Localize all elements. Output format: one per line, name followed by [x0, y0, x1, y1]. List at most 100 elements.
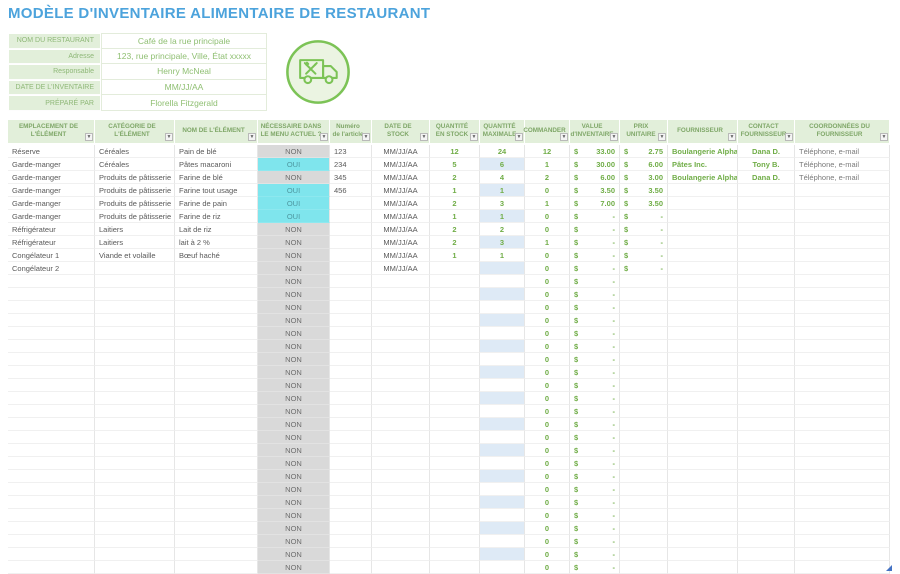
cell-numero[interactable] — [330, 379, 372, 392]
cell-emplacement[interactable]: Réfrigérateur — [8, 236, 95, 249]
cell-nom[interactable] — [175, 561, 258, 574]
cell-nom[interactable] — [175, 301, 258, 314]
cell-categorie[interactable] — [95, 392, 175, 405]
cell-numero[interactable] — [330, 223, 372, 236]
cell-coordonnees[interactable] — [795, 314, 890, 327]
cell-date[interactable]: MM/JJ/AA — [372, 184, 430, 197]
cell-emplacement[interactable] — [8, 366, 95, 379]
info-value-cell[interactable]: Florella Fitzgerald — [101, 95, 267, 111]
cell-valeur[interactable]: $ - — [570, 405, 620, 418]
cell-coordonnees[interactable] — [795, 236, 890, 249]
cell-numero[interactable] — [330, 522, 372, 535]
cell-prix[interactable] — [620, 496, 668, 509]
cell-nom[interactable]: Pâtes macaroni — [175, 158, 258, 171]
cell-numero[interactable] — [330, 249, 372, 262]
cell-stock[interactable]: 2 — [430, 171, 480, 184]
cell-fournisseur[interactable] — [668, 197, 738, 210]
cell-prix[interactable]: $ - — [620, 223, 668, 236]
cell-nom[interactable] — [175, 548, 258, 561]
cell-coordonnees[interactable] — [795, 184, 890, 197]
cell-max[interactable] — [480, 314, 525, 327]
cell-valeur[interactable]: $ - — [570, 457, 620, 470]
cell-menu[interactable]: NON — [258, 327, 330, 340]
cell-date[interactable]: MM/JJ/AA — [372, 145, 430, 158]
cell-prix[interactable]: $3.50 — [620, 197, 668, 210]
cell-valeur[interactable]: $ - — [570, 470, 620, 483]
filter-dropdown-icon[interactable]: ▼ — [880, 133, 888, 141]
cell-commander[interactable]: 0 — [525, 418, 570, 431]
cell-stock[interactable] — [430, 509, 480, 522]
cell-coordonnees[interactable] — [795, 496, 890, 509]
cell-coordonnees[interactable] — [795, 327, 890, 340]
cell-max[interactable] — [480, 431, 525, 444]
cell-date[interactable]: MM/JJ/AA — [372, 249, 430, 262]
cell-commander[interactable]: 0 — [525, 548, 570, 561]
cell-stock[interactable] — [430, 288, 480, 301]
cell-nom[interactable] — [175, 288, 258, 301]
cell-nom[interactable] — [175, 275, 258, 288]
cell-categorie[interactable] — [95, 275, 175, 288]
cell-menu[interactable]: NON — [258, 496, 330, 509]
column-header-contact[interactable]: CONTACT FOURNISSEUR ▼ — [738, 120, 795, 145]
cell-menu[interactable]: NON — [258, 379, 330, 392]
cell-menu[interactable]: NON — [258, 418, 330, 431]
cell-nom[interactable]: Farine de blé — [175, 171, 258, 184]
column-header-categorie[interactable]: CATÉGORIE DE L'ÉLÉMENT ▼ — [95, 120, 175, 145]
cell-contact[interactable] — [738, 418, 795, 431]
cell-max[interactable] — [480, 301, 525, 314]
cell-valeur[interactable]: $ - — [570, 275, 620, 288]
cell-valeur[interactable]: $ - — [570, 522, 620, 535]
cell-categorie[interactable] — [95, 366, 175, 379]
cell-prix[interactable] — [620, 561, 668, 574]
cell-nom[interactable] — [175, 431, 258, 444]
cell-menu[interactable]: NON — [258, 236, 330, 249]
cell-coordonnees[interactable] — [795, 301, 890, 314]
cell-numero[interactable] — [330, 366, 372, 379]
cell-numero[interactable] — [330, 262, 372, 275]
cell-nom[interactable] — [175, 535, 258, 548]
column-header-menu[interactable]: NÉCESSAIRE DANS LE MENU ACTUEL ? ▼ — [258, 120, 330, 145]
cell-prix[interactable] — [620, 418, 668, 431]
cell-nom[interactable] — [175, 314, 258, 327]
cell-date[interactable] — [372, 379, 430, 392]
cell-menu[interactable]: NON — [258, 548, 330, 561]
cell-date[interactable] — [372, 444, 430, 457]
cell-max[interactable] — [480, 418, 525, 431]
cell-commander[interactable]: 0 — [525, 288, 570, 301]
cell-emplacement[interactable]: Garde-manger — [8, 158, 95, 171]
cell-menu[interactable]: NON — [258, 223, 330, 236]
cell-categorie[interactable] — [95, 496, 175, 509]
cell-categorie[interactable] — [95, 405, 175, 418]
cell-menu[interactable]: NON — [258, 249, 330, 262]
cell-menu[interactable]: NON — [258, 366, 330, 379]
cell-coordonnees[interactable] — [795, 340, 890, 353]
cell-contact[interactable]: Dana D. — [738, 145, 795, 158]
cell-numero[interactable] — [330, 301, 372, 314]
cell-categorie[interactable]: Produits de pâtisserie — [95, 184, 175, 197]
cell-contact[interactable] — [738, 548, 795, 561]
cell-menu[interactable]: NON — [258, 262, 330, 275]
cell-menu[interactable]: NON — [258, 314, 330, 327]
cell-menu[interactable]: OUI — [258, 158, 330, 171]
cell-valeur[interactable]: $ - — [570, 418, 620, 431]
cell-max[interactable] — [480, 327, 525, 340]
cell-valeur[interactable]: $ - — [570, 483, 620, 496]
info-value-cell[interactable]: Henry McNeal — [101, 64, 267, 80]
cell-max[interactable] — [480, 444, 525, 457]
cell-categorie[interactable] — [95, 262, 175, 275]
cell-numero[interactable] — [330, 275, 372, 288]
cell-emplacement[interactable] — [8, 431, 95, 444]
filter-dropdown-icon[interactable]: ▼ — [85, 133, 93, 141]
cell-nom[interactable]: lait à 2 % — [175, 236, 258, 249]
cell-nom[interactable]: Lait de riz — [175, 223, 258, 236]
cell-categorie[interactable] — [95, 457, 175, 470]
cell-categorie[interactable] — [95, 314, 175, 327]
cell-prix[interactable]: $ - — [620, 210, 668, 223]
cell-coordonnees[interactable]: Téléphone, e-mail — [795, 171, 890, 184]
cell-date[interactable] — [372, 470, 430, 483]
cell-numero[interactable] — [330, 483, 372, 496]
cell-contact[interactable] — [738, 340, 795, 353]
cell-stock[interactable] — [430, 366, 480, 379]
cell-fournisseur[interactable] — [668, 548, 738, 561]
cell-fournisseur[interactable] — [668, 379, 738, 392]
